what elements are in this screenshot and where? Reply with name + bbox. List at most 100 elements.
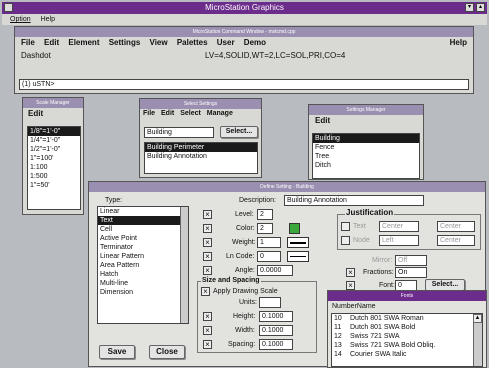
table-row[interactable]: 14 Courier SWA Italic xyxy=(332,350,482,359)
menu-option[interactable]: Option xyxy=(10,16,31,23)
width-checkbox[interactable]: × xyxy=(203,326,212,335)
list-item[interactable]: Cell xyxy=(98,225,188,234)
settings-list[interactable]: Building Fence Tree Ditch xyxy=(312,133,420,179)
font-label: Font: xyxy=(379,282,395,289)
spacing-field[interactable]: 0.1000 xyxy=(259,339,293,350)
menu-edit[interactable]: Edit xyxy=(161,110,174,117)
type-scrollbar[interactable] xyxy=(180,207,188,323)
menu-help-command[interactable]: Help xyxy=(450,38,467,47)
apply-scale-checkbox[interactable]: × xyxy=(201,287,210,296)
list-item[interactable]: Multi-line xyxy=(98,279,188,288)
menu-manage[interactable]: Manage xyxy=(207,110,233,117)
table-row[interactable]: 10 Dutch 801 SWA Roman xyxy=(332,314,482,323)
scale-edit-menu[interactable]: Edit xyxy=(28,109,43,118)
angle-checkbox[interactable]: × xyxy=(203,266,212,275)
text-just-field[interactable]: Center xyxy=(379,221,419,232)
color-checkbox[interactable]: × xyxy=(203,224,212,233)
mirror-label: Mirror: xyxy=(372,257,393,264)
height-checkbox[interactable]: × xyxy=(203,312,212,321)
list-item[interactable]: Tree xyxy=(313,152,419,161)
key-in-field[interactable]: (1) uSTN> xyxy=(19,79,469,90)
units-field[interactable] xyxy=(259,297,281,308)
list-item[interactable]: Terminator xyxy=(98,243,188,252)
fonts-list[interactable]: 10 Dutch 801 SWA Roman 11 Dutch 801 SWA Bo… xyxy=(331,313,483,367)
height-field[interactable]: 0.1000 xyxy=(259,311,293,322)
list-item[interactable]: 1:100 xyxy=(28,163,80,172)
list-item[interactable]: Linear Pattern xyxy=(98,252,188,261)
node-just-checkbox[interactable] xyxy=(341,236,350,245)
select-button[interactable]: Select... xyxy=(220,126,258,138)
list-item[interactable]: Ditch xyxy=(313,161,419,170)
font-name: Swiss 721 SWA xyxy=(350,333,400,340)
menu-element[interactable]: Element xyxy=(68,38,99,47)
weight-checkbox[interactable]: × xyxy=(203,238,212,247)
table-row[interactable]: 11 Dutch 801 SWA Bold xyxy=(332,323,482,332)
select-list[interactable]: Building Perimeter Building Annotation xyxy=(144,142,258,174)
weight-preview[interactable] xyxy=(287,237,309,248)
color-swatch[interactable] xyxy=(289,223,300,234)
list-item[interactable]: 1/4"=1'-0" xyxy=(28,136,80,145)
list-item[interactable]: 1:500 xyxy=(28,172,80,181)
angle-field[interactable]: 0.0000 xyxy=(257,265,293,276)
menu-file[interactable]: File xyxy=(143,110,155,117)
level-checkbox[interactable]: × xyxy=(203,210,212,219)
text-just-checkbox[interactable] xyxy=(341,222,350,231)
mirror-field[interactable]: Off xyxy=(395,255,427,266)
type-list[interactable]: Linear Text Cell Active Point Terminator… xyxy=(97,206,189,324)
settings-edit-menu[interactable]: Edit xyxy=(315,116,330,125)
description-label: Description: xyxy=(239,197,276,204)
list-item[interactable]: 1"=50' xyxy=(28,181,80,190)
menu-settings[interactable]: Settings xyxy=(109,38,141,47)
close-button[interactable]: Close xyxy=(149,345,185,359)
list-item[interactable]: Building Annotation xyxy=(145,152,257,161)
weight-field[interactable]: 1 xyxy=(257,237,281,248)
list-item[interactable]: 1"=100' xyxy=(28,154,80,163)
lncode-preview[interactable] xyxy=(287,251,309,262)
list-item[interactable]: 1/8"=1'-0" xyxy=(28,127,80,136)
list-item[interactable]: Area Pattern xyxy=(98,261,188,270)
menu-file[interactable]: File xyxy=(21,38,35,47)
menu-user[interactable]: User xyxy=(217,38,235,47)
list-item[interactable]: Fence xyxy=(313,143,419,152)
list-item[interactable]: Linear xyxy=(98,207,188,216)
list-item[interactable]: Text xyxy=(98,216,188,225)
fractions-field[interactable]: On xyxy=(395,267,427,278)
list-item[interactable]: Building Perimeter xyxy=(145,143,257,152)
lncode-checkbox[interactable]: × xyxy=(203,252,212,261)
menu-help[interactable]: Help xyxy=(41,16,55,23)
maximize-icon[interactable]: ▴ xyxy=(476,3,485,12)
lncode-field[interactable]: 0 xyxy=(257,251,281,262)
list-item[interactable]: 1/2"=1'-0" xyxy=(28,145,80,154)
scale-list[interactable]: 1/8"=1'-0" 1/4"=1'-0" 1/2"=1'-0" 1"=100'… xyxy=(27,126,81,210)
table-row[interactable]: 13 Swiss 721 SWA Bold Obliq. xyxy=(332,341,482,350)
system-menu-icon[interactable] xyxy=(4,3,13,12)
list-item[interactable]: Hatch xyxy=(98,270,188,279)
scroll-up-icon[interactable]: ▲ xyxy=(473,314,482,323)
width-field[interactable]: 0.1000 xyxy=(259,325,293,336)
minimize-icon[interactable]: ▾ xyxy=(465,3,474,12)
menu-demo[interactable]: Demo xyxy=(244,38,266,47)
node-just-field[interactable]: Left xyxy=(379,235,419,246)
list-item[interactable]: Building xyxy=(313,134,419,143)
text-just-field-2[interactable]: Center xyxy=(437,221,475,232)
list-item[interactable]: Dimension xyxy=(98,288,188,297)
menu-palettes[interactable]: Palettes xyxy=(177,38,208,47)
table-row[interactable]: 12 Swiss 721 SWA xyxy=(332,332,482,341)
list-item[interactable]: Active Point xyxy=(98,234,188,243)
spacing-checkbox[interactable]: × xyxy=(203,340,212,349)
text-just-label: Text xyxy=(353,223,366,230)
node-just-field-2[interactable]: Center xyxy=(437,235,475,246)
apply-scale-label: Apply Drawing Scale xyxy=(213,288,278,295)
save-button[interactable]: Save xyxy=(99,345,135,359)
color-field[interactable]: 2 xyxy=(257,223,273,234)
font-number: 13 xyxy=(334,342,342,349)
font-checkbox[interactable]: × xyxy=(346,281,355,290)
menu-select[interactable]: Select xyxy=(180,110,201,117)
settings-group-field[interactable]: Building xyxy=(144,127,214,138)
description-field[interactable]: Building Annotation xyxy=(284,195,424,206)
fractions-checkbox[interactable]: × xyxy=(346,268,355,277)
menu-view[interactable]: View xyxy=(150,38,168,47)
level-field[interactable]: 2 xyxy=(257,209,273,220)
menu-edit[interactable]: Edit xyxy=(44,38,59,47)
command-menubar: File Edit Element Settings View Palettes… xyxy=(21,38,273,47)
